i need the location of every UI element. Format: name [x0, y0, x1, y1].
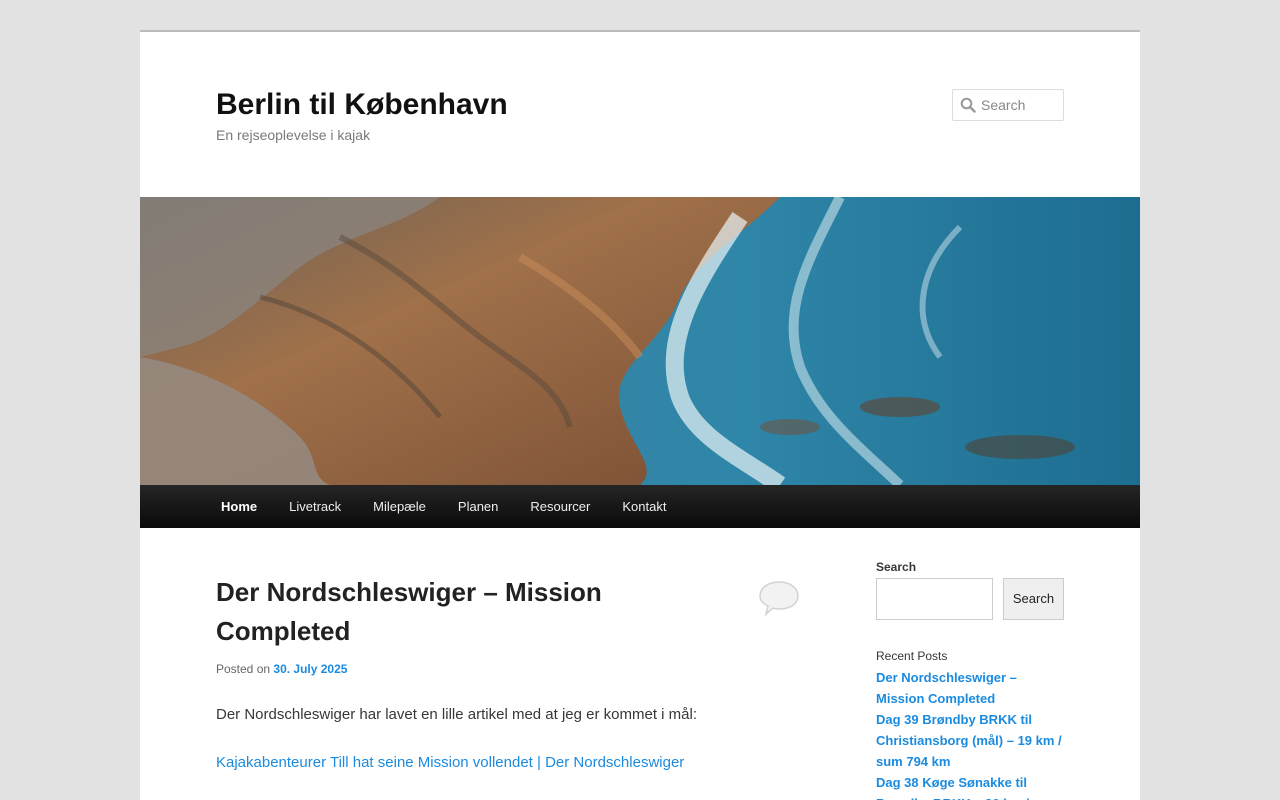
nav-item-kontakt[interactable]: Kontakt — [606, 485, 682, 528]
post-text: Der Nordschleswiger har lavet en lille a… — [216, 706, 698, 723]
header-search-input[interactable] — [981, 90, 1063, 120]
recent-posts-title: Recent Posts — [876, 649, 948, 663]
recent-post-link[interactable]: Dag 39 Brøndby BRKK til Christiansborg (… — [876, 709, 1066, 772]
sidebar-search-button[interactable]: Search — [1003, 578, 1064, 620]
sidebar-search-input[interactable] — [876, 578, 993, 620]
search-icon — [960, 97, 976, 113]
comment-bubble-icon[interactable] — [757, 579, 801, 617]
recent-post-link[interactable]: Der Nordschleswiger – Mission Completed — [876, 667, 1066, 709]
post-article-link[interactable]: Kajakabenteurer Till hat seine Mission v… — [216, 754, 684, 771]
posted-on-label: Posted on — [216, 662, 271, 676]
post-date-link[interactable]: 30. July 2025 — [273, 662, 347, 676]
main-navigation: Home Livetrack Milepæle Planen Resourcer… — [140, 485, 1140, 528]
post-title[interactable]: Der Nordschleswiger – Mission Completed — [216, 573, 716, 651]
nav-item-resourcer[interactable]: Resourcer — [514, 485, 606, 528]
nav-item-planen[interactable]: Planen — [442, 485, 514, 528]
page: Berlin til København En rejseoplevelse i… — [140, 30, 1140, 800]
recent-posts-list: Der Nordschleswiger – Mission Completed … — [876, 667, 1066, 800]
header-banner-image — [140, 197, 1140, 485]
nav-item-milepaele[interactable]: Milepæle — [357, 485, 442, 528]
site-title[interactable]: Berlin til København — [216, 88, 508, 122]
header-search[interactable] — [952, 89, 1064, 121]
sidebar-search-label: Search — [876, 560, 917, 574]
nav-item-livetrack[interactable]: Livetrack — [273, 485, 357, 528]
site-description: En rejseoplevelse i kajak — [216, 127, 371, 143]
post-meta: Posted on 30. July 2025 — [216, 662, 347, 676]
nav-item-home[interactable]: Home — [205, 485, 273, 528]
recent-post-link[interactable]: Dag 38 Køge Sønakke til Brøndby BRKK – 2… — [876, 772, 1066, 800]
